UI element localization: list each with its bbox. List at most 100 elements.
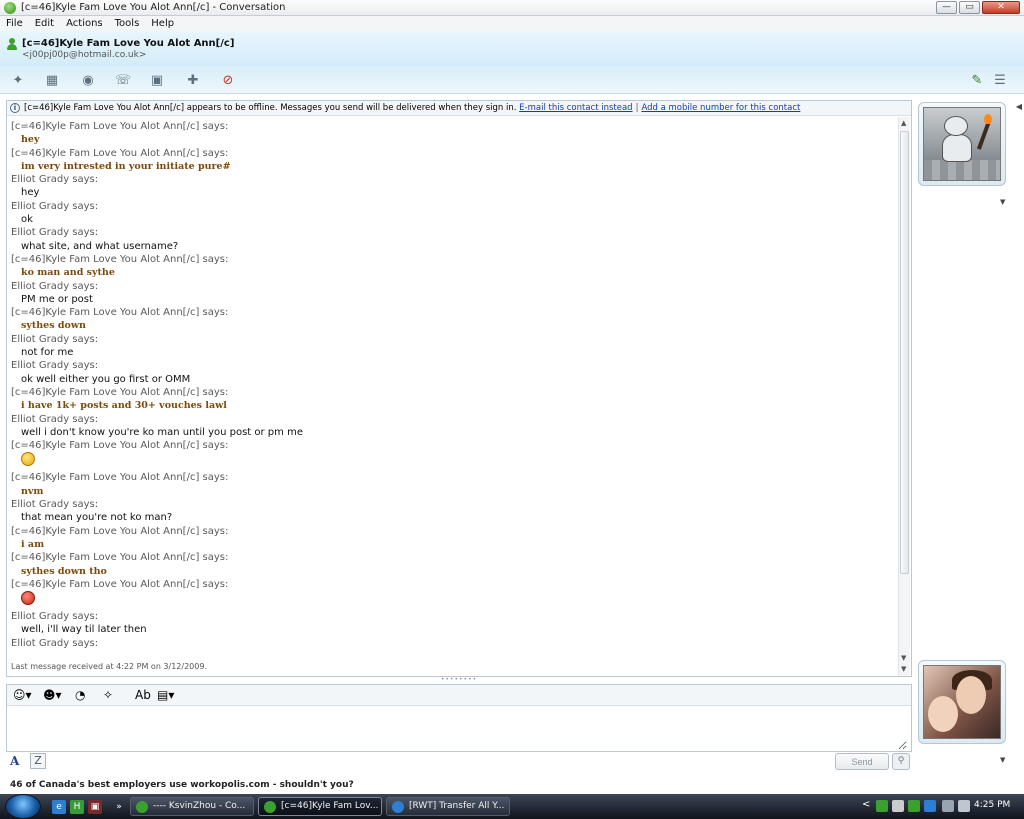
invite-icon[interactable]: ✦ [8,71,28,89]
send-button[interactable]: Send [835,753,889,770]
message: [c=46]Kyle Fam Love You Alot Ann[/c] say… [11,386,893,413]
voice-clip-icon[interactable]: ◔ [75,688,85,702]
close-button[interactable]: ✕ [982,1,1020,14]
speaker-icon[interactable] [958,800,970,812]
contact-avatar[interactable] [918,102,1006,186]
volume-tray-icon[interactable] [942,800,954,812]
contact-avatar-menu-icon[interactable]: ▼ [1000,198,1005,206]
message-sender: [c=46]Kyle Fam Love You Alot Ann[/c] say… [11,386,229,398]
message-text: what site, and what username? [21,240,179,252]
menu-tools[interactable]: Tools [109,18,146,29]
clock[interactable]: 4:25 PM [974,800,1010,810]
menu-help[interactable]: Help [145,18,180,29]
last-message-status: Last message received at 4:22 PM on 3/12… [11,662,207,671]
ad-text[interactable]: 46 of Canada's best employers use workop… [10,780,354,790]
paintbrush-icon[interactable]: ✎ [967,71,987,89]
font-button[interactable]: A [10,754,19,768]
menu-file[interactable]: File [0,18,29,29]
contact-name[interactable]: [c=46]Kyle Fam Love You Alot Ann[/c] [22,38,234,49]
message: Elliot Grady says: not for me [11,333,893,360]
network-tray-icon[interactable] [892,800,904,812]
wink-icon[interactable]: ☻▾ [43,688,62,702]
search-icon[interactable]: ⚲ [892,753,910,770]
quicklaunch-overflow[interactable]: » [112,800,126,814]
info-icon: i [10,103,20,113]
ad-banner[interactable]: 46 of Canada's best employers use workop… [0,776,1024,794]
message: Elliot Grady says: ok well either you go… [11,359,893,386]
start-button[interactable] [5,794,41,819]
nudge-icon[interactable]: ✧ [103,688,113,702]
block-icon[interactable]: ⊘ [218,71,238,89]
video-call-icon[interactable]: ◉ [78,71,98,89]
minimize-button[interactable]: — [936,1,957,14]
message-text: not for me [21,347,74,359]
pane-splitter[interactable]: •••••••• [6,677,912,684]
message: Elliot Grady says: [11,637,893,660]
taskbar-item-label: ---- KsvinZhou - Co... [153,801,246,811]
message-text: i have 1k+ posts and 30+ vouches lawl [21,400,227,412]
scroll-down-arrow-icon[interactable]: ▼ [901,654,906,662]
title-bar: [c=46]Kyle Fam Love You Alot Ann[/c] - C… [0,0,1024,16]
compose-area: ☺▾ ☻▾ ◔ ✧ Ab ▤▾ [6,684,912,752]
offline-info-bar: i [c=46]Kyle Fam Love You Alot Ann[/c] a… [7,101,911,116]
message: Elliot Grady says: PM me or post [11,280,893,307]
user-avatar[interactable] [918,660,1006,744]
message-text: ok [21,214,33,226]
taskbar-item[interactable]: [RWT] Transfer All Y... [386,797,510,816]
message: [c=46]Kyle Fam Love You Alot Ann[/c] say… [11,551,893,578]
menu-actions[interactable]: Actions [60,18,109,29]
message-text: ko man and sythe [21,267,115,279]
menu-bar: File Edit Actions Tools Help [0,16,1024,31]
conversation-history: i [c=46]Kyle Fam Love You Alot Ann[/c] a… [6,100,912,677]
collapse-panel-icon[interactable]: ◀ [1016,102,1022,111]
text-style-icon[interactable]: Ab [135,688,151,702]
tray-expand-icon[interactable]: < [862,799,870,810]
message-input[interactable] [9,708,907,750]
call-icon[interactable]: ☏ [113,71,133,89]
compose-toolbar: ☺▾ ☻▾ ◔ ✧ Ab ▤▾ [7,685,911,706]
emoticon-icon[interactable]: ☺▾ [13,688,32,702]
message-text: hey [21,134,40,146]
media-icon[interactable]: ▣ [88,800,102,814]
messenger-tray-icon[interactable] [876,800,888,812]
status-tray-icon[interactable] [908,800,920,812]
message-text: sythes down [21,320,86,332]
connection-tray-icon[interactable] [924,800,936,812]
activities-icon[interactable]: ✚ [183,71,203,89]
message: [c=46]Kyle Fam Love You Alot Ann[/c] say… [11,120,893,147]
message-sender: [c=46]Kyle Fam Love You Alot Ann[/c] say… [11,147,229,159]
add-mobile-link[interactable]: Add a mobile number for this contact [641,103,800,113]
menu-icon[interactable]: ☰ [990,71,1010,89]
scroll-thumb[interactable] [900,131,909,574]
email-contact-link[interactable]: E-mail this contact instead [519,103,632,113]
background-icon[interactable]: ▤▾ [157,688,174,702]
history-scrollbar[interactable]: ▲ ▼ ▼ [898,117,910,676]
message: [c=46]Kyle Fam Love You Alot Ann[/c] say… [11,578,893,610]
user-display-picture [923,665,1001,739]
menu-edit[interactable]: Edit [29,18,60,29]
message-text: well, i'll way til later then [21,624,147,636]
ie-icon[interactable]: e [52,800,66,814]
games-icon[interactable]: ▣ [147,71,167,89]
handwriting-button[interactable]: Z [30,753,46,769]
window-title: [c=46]Kyle Fam Love You Alot Ann[/c] - C… [21,2,286,13]
scroll-up-arrow-icon[interactable]: ▲ [901,119,906,127]
message-text: sythes down tho [21,565,107,577]
message-text: im very intrested in your initiate pure# [21,160,231,172]
taskbar: e H ▣ » ---- KsvinZhou - Co... [c=46]Kyl… [0,794,1024,819]
user-avatar-menu-icon[interactable]: ▼ [1000,756,1005,764]
contact-header: [c=46]Kyle Fam Love You Alot Ann[/c] <j0… [0,31,1024,66]
scroll-end-arrow-icon[interactable]: ▼ [901,665,906,673]
ie-icon [392,801,404,813]
message-sender: Elliot Grady says: [11,200,99,212]
display-pictures-panel: ◀ ▼ ▼ [912,94,1024,774]
share-files-icon[interactable]: ▦ [42,71,62,89]
message: [c=46]Kyle Fam Love You Alot Ann[/c] say… [11,439,893,471]
taskbar-item[interactable]: ---- KsvinZhou - Co... [130,797,254,816]
message-sender: Elliot Grady says: [11,280,99,292]
taskbar-item-active[interactable]: [c=46]Kyle Fam Lov... [258,797,382,816]
maximize-button[interactable]: ▭ [959,1,980,14]
message-sender: [c=46]Kyle Fam Love You Alot Ann[/c] say… [11,578,229,590]
message: [c=46]Kyle Fam Love You Alot Ann[/c] say… [11,471,893,498]
app-icon[interactable]: H [70,800,84,814]
